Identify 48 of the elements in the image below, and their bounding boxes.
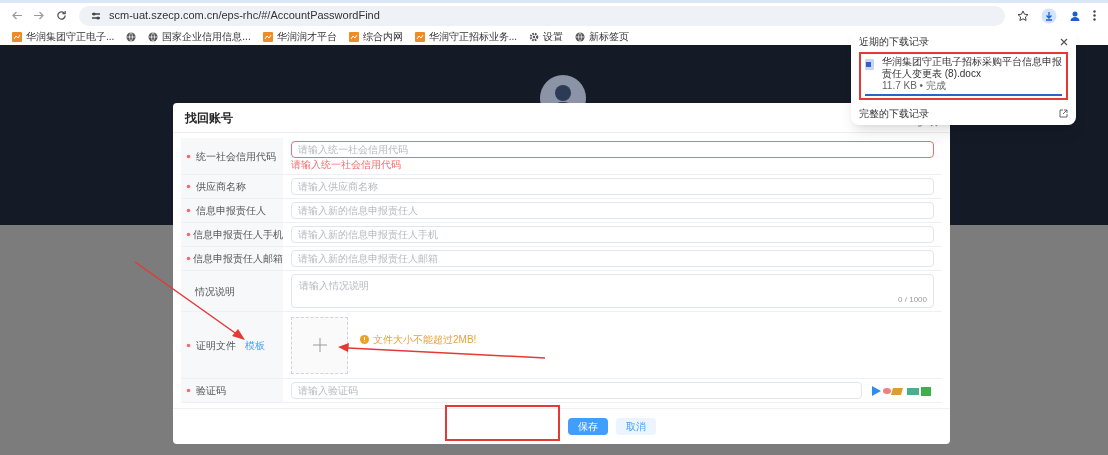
bookmark-link[interactable]: 华润守正招标业务... [428, 29, 518, 44]
field-label: 证明文件 [196, 338, 236, 353]
bookmark-link[interactable]: 设置 [543, 29, 564, 44]
field-label: 情况说明 [195, 284, 235, 299]
menu-icon[interactable] [1093, 10, 1096, 21]
field-label: 信息申报责任人 [196, 204, 266, 218]
profile-icon[interactable] [1069, 9, 1081, 22]
full-history-link[interactable]: 完整的下载记录 [859, 106, 929, 121]
address-bar[interactable]: scm-uat.szecp.com.cn/eps-rhc/#/AccountPasswordFind [79, 5, 1005, 26]
logo-icon [414, 31, 425, 42]
document-icon [865, 59, 874, 70]
url-text: scm-uat.szecp.com.cn/eps-rhc/#/AccountPasswordFind [109, 8, 380, 24]
plus-icon [312, 338, 327, 352]
reload-icon[interactable] [56, 10, 67, 21]
error-message: 请输入统一社会信用代码 [291, 159, 402, 171]
file-size-hint: 文件大小不能超过2MB! [373, 332, 477, 347]
close-icon[interactable] [1060, 37, 1068, 46]
globe-icon [575, 31, 586, 42]
back-icon[interactable] [12, 11, 22, 20]
globe-icon [148, 31, 159, 42]
popup-title: 近期的下载记录 [859, 35, 929, 49]
bookmark-link[interactable]: 国家企业信用信息... [162, 29, 251, 44]
site-info-icon[interactable] [91, 10, 101, 21]
globe-icon[interactable] [126, 31, 137, 42]
logo-icon [12, 31, 22, 42]
logo-icon [262, 31, 273, 42]
dialog-title: 找回账号 [185, 110, 233, 127]
download-icon[interactable] [1041, 7, 1057, 24]
field-label: 验证码 [196, 384, 226, 398]
file-name[interactable]: 华润集团守正电子招标采购平台信息申报责任人变更表 (8).docx [882, 56, 1066, 80]
bookmark-link[interactable]: 综合内网 [362, 29, 403, 44]
field-label: 供应商名称 [196, 180, 246, 194]
field-label: 信息申报责任人邮箱 [193, 252, 283, 266]
bookmark-link[interactable]: 华润集团守正电子... [26, 29, 115, 44]
file-details: 11.7 KB • 完成 [882, 80, 947, 92]
logo-icon [348, 31, 359, 42]
star-icon[interactable] [1017, 9, 1029, 22]
external-link-icon[interactable] [1059, 109, 1068, 118]
character-counter: 0 / 1000 [898, 294, 927, 306]
bookmark-link[interactable]: 新标签页 [589, 29, 630, 44]
field-label: 信息申报责任人手机 [193, 228, 283, 242]
field-label: 统一社会信用代码 [196, 149, 276, 164]
warning-icon [360, 334, 369, 344]
bookmark-link[interactable]: 华润润才平台 [276, 29, 337, 44]
textarea-placeholder: 请输入情况说明 [299, 279, 369, 293]
gear-icon [529, 31, 540, 42]
captcha-image[interactable] [870, 383, 934, 398]
forward-icon[interactable] [34, 11, 44, 20]
